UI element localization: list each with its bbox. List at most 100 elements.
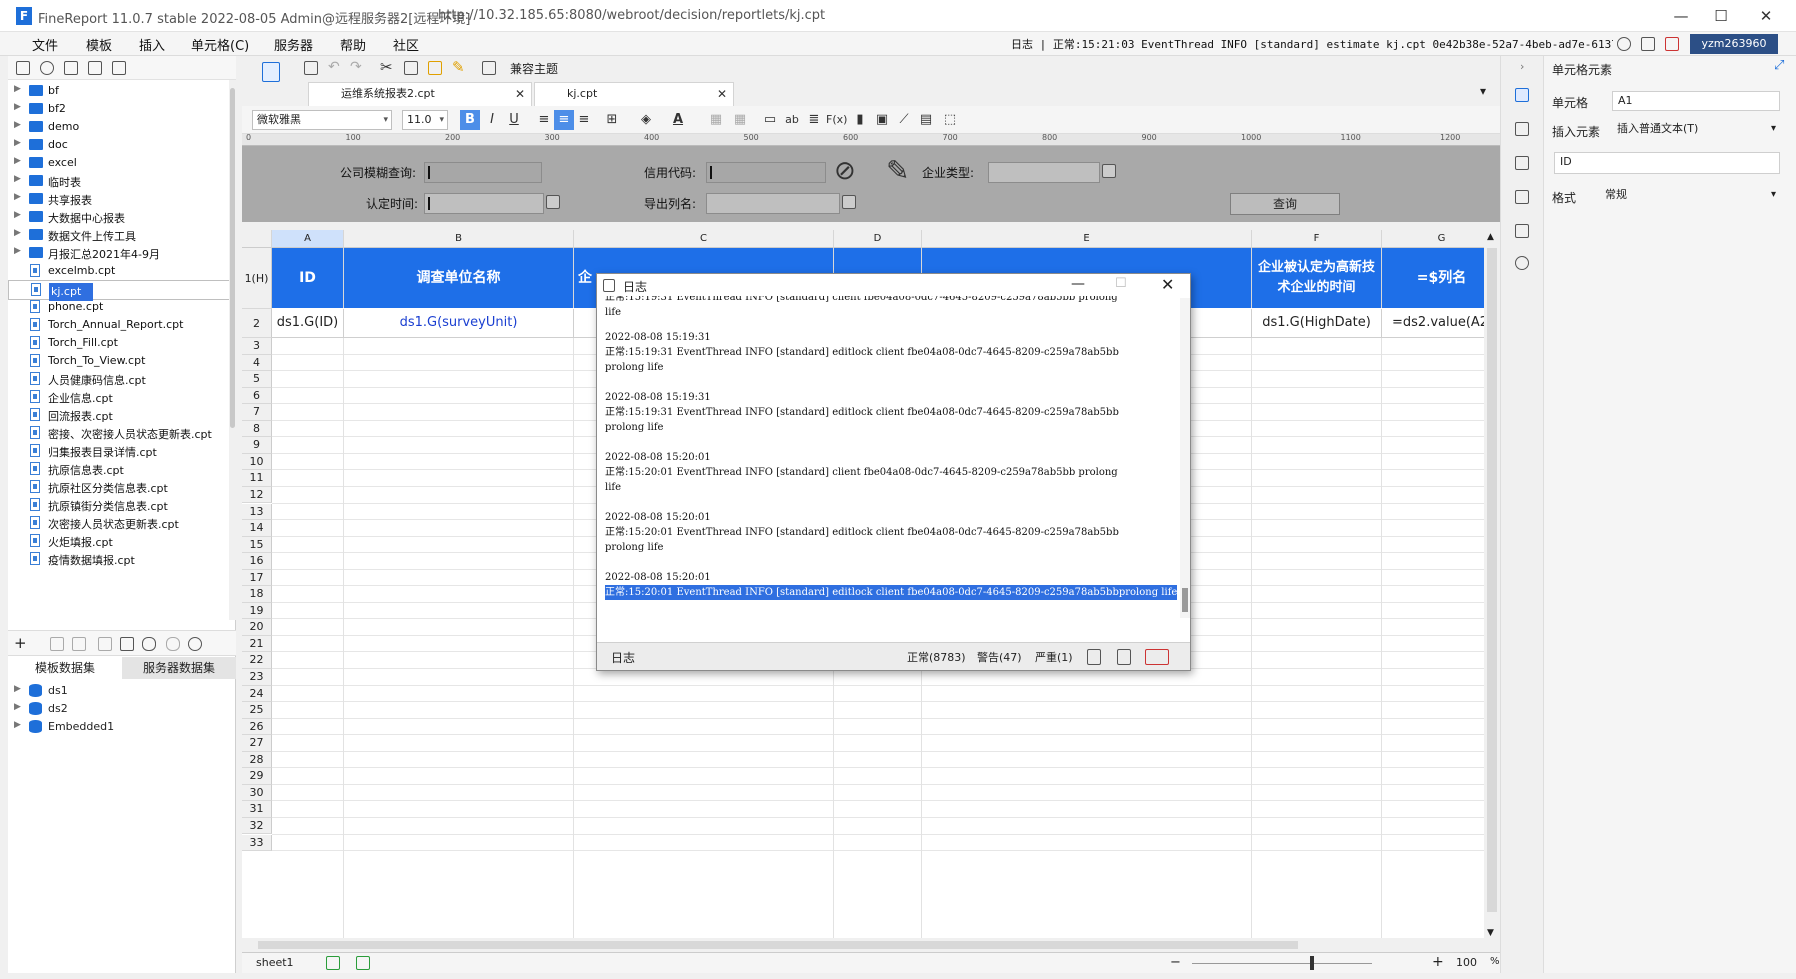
row-header[interactable]: 2 (242, 309, 272, 338)
tab-list-icon[interactable]: ▾ (1480, 84, 1486, 98)
row-header[interactable]: 18 (242, 586, 272, 603)
export-select[interactable] (706, 193, 840, 214)
tree-file[interactable]: 密接、次密接人员状态更新表.cpt (8, 424, 236, 442)
horizontal-scrollbar[interactable] (242, 938, 1500, 952)
row-header[interactable]: 15 (242, 536, 272, 554)
tree-file[interactable]: kj.cpt (8, 280, 236, 301)
cell-element-icon[interactable] (1515, 88, 1529, 102)
row-header[interactable]: 30 (242, 784, 272, 802)
log-level-menu-icon[interactable] (1145, 649, 1169, 665)
insert-text-button[interactable]: ab (782, 110, 802, 130)
log-scrollbar[interactable] (1180, 298, 1190, 618)
tree-folder[interactable]: ▶ 大数据中心报表 (8, 208, 236, 226)
log-entry[interactable]: 2022-08-08 15:20:01 正常:15:20:01 EventThre… (605, 510, 1119, 555)
add-sheet-icon[interactable] (326, 956, 340, 970)
company-input[interactable] (424, 162, 542, 183)
column-header[interactable]: G (1382, 230, 1484, 248)
tree-folder[interactable]: ▶ doc (8, 136, 236, 154)
align-right-button[interactable]: ≡ (574, 110, 594, 130)
sheet-tab[interactable]: sheet1 (256, 956, 294, 969)
pin-icon[interactable]: ⤢ (1774, 58, 1784, 73)
tree-folder[interactable]: ▶ excel (8, 154, 236, 172)
data-cell[interactable]: =ds2.value(A2, C (1382, 309, 1484, 338)
header-cell[interactable]: =$列名 (1382, 248, 1484, 308)
row-header[interactable]: 12 (242, 486, 272, 504)
expand-arrow-icon[interactable]: ▶ (14, 228, 21, 238)
copy-icon[interactable] (112, 61, 126, 75)
tree-file[interactable]: 人员健康码信息.cpt (8, 370, 236, 388)
date-input[interactable] (424, 193, 544, 214)
log-entry[interactable]: 2022-08-08 15:20:01 正常:15:20:01 EventThre… (605, 570, 1177, 600)
doc-tab-ops-report[interactable]: 运维系统报表2.cpt ✕ (308, 82, 532, 106)
log-entry[interactable]: 2022-08-08 15:20:01 正常:15:20:01 EventThre… (605, 450, 1118, 495)
column-header[interactable]: B (344, 230, 574, 248)
row-header[interactable]: 17 (242, 569, 272, 587)
log-maximize-button[interactable]: ☐ (1115, 276, 1127, 291)
type-select[interactable] (988, 162, 1100, 183)
float-element-icon[interactable] (1515, 156, 1529, 170)
row-header[interactable]: 19 (242, 602, 272, 620)
tree-folder[interactable]: ▶ 临时表 (8, 172, 236, 190)
row-header[interactable]: 31 (242, 801, 272, 818)
row-header[interactable]: 27 (242, 735, 272, 752)
expand-arrow-icon[interactable]: ▶ (14, 684, 21, 694)
row-header[interactable]: 25 (242, 702, 272, 719)
column-header[interactable]: A (272, 230, 344, 248)
query-button[interactable]: 查询 (1230, 193, 1340, 215)
italic-button[interactable]: I (482, 110, 502, 130)
cell-input[interactable]: A1 (1612, 91, 1780, 111)
tree-file[interactable]: Torch_To_View.cpt (8, 352, 236, 370)
align-center-button[interactable]: ≡ (554, 110, 574, 130)
insert-formula-button[interactable]: F(x) (826, 110, 847, 130)
log-minimize-button[interactable]: — (1071, 276, 1085, 292)
font-select[interactable]: 微软雅黑 ▾ (252, 110, 392, 130)
tree-file[interactable]: excelmb.cpt (8, 262, 236, 280)
tree-folder[interactable]: ▶ 月报汇总2021年4-9月 (8, 244, 236, 262)
undo-icon[interactable]: ↶ (328, 59, 340, 75)
expand-arrow-icon[interactable]: ▶ (14, 720, 21, 730)
merge-button[interactable]: ▦ (706, 110, 726, 130)
row-header[interactable]: 7 (242, 404, 272, 421)
menu-help[interactable]: 帮助 (340, 35, 366, 54)
row-header[interactable]: 10 (242, 453, 272, 471)
delete-icon[interactable] (88, 61, 102, 75)
zoom-in-button[interactable]: + (1432, 954, 1444, 970)
scroll-up-icon[interactable]: ▲ (1487, 232, 1494, 242)
new-folder-icon[interactable] (16, 61, 30, 75)
row-header[interactable]: 29 (242, 768, 272, 785)
tree-file[interactable]: 抗原信息表.cpt (8, 460, 236, 478)
calendar-icon[interactable] (546, 195, 560, 209)
search-icon[interactable] (1617, 37, 1631, 51)
clear-log-icon[interactable] (1087, 649, 1101, 665)
insert-subreport-button[interactable]: ▤ (916, 110, 936, 130)
row-header[interactable]: 26 (242, 718, 272, 736)
cell-attribute-icon[interactable] (1515, 122, 1529, 136)
log-entry[interactable]: 正常:15:19:31 EventThread INFO [standard] … (605, 296, 1118, 320)
menu-cell[interactable]: 单元格(C) (191, 35, 249, 54)
log-severe-count[interactable]: 严重(1) (1035, 649, 1073, 665)
bell-icon[interactable] (1665, 37, 1679, 51)
tree-file[interactable]: Torch_Annual_Report.cpt (8, 316, 236, 334)
tree-folder[interactable]: ▶ 数据文件上传工具 (8, 226, 236, 244)
menu-insert[interactable]: 插入 (139, 35, 165, 54)
delete-icon[interactable] (72, 637, 86, 651)
row-header[interactable]: 21 (242, 635, 272, 653)
collapse-icon[interactable]: › (1520, 60, 1524, 73)
tab-server-dataset[interactable]: 服务器数据集 (122, 657, 236, 679)
widget-icon[interactable] (1515, 190, 1529, 204)
expand-arrow-icon[interactable]: ▶ (14, 174, 21, 184)
edit-icon[interactable] (50, 637, 64, 651)
database-sync-icon[interactable] (166, 637, 180, 651)
zoom-value[interactable]: 100 (1456, 956, 1477, 969)
align-left-button[interactable]: ≡ (534, 110, 554, 130)
tree-scrollbar[interactable] (229, 80, 236, 620)
doc-tab-kj[interactable]: kj.cpt ✕ (534, 82, 734, 106)
expand-arrow-icon[interactable]: ▶ (14, 156, 21, 166)
log-text-area[interactable]: 正常:15:19:31 EventThread INFO [standard] … (601, 296, 1177, 618)
font-size-select[interactable]: 11.0 ▾ (402, 110, 448, 130)
row-header[interactable]: 28 (242, 751, 272, 769)
search-icon[interactable] (188, 637, 202, 651)
tree-file[interactable]: Torch_Fill.cpt (8, 334, 236, 352)
zoom-out-button[interactable]: − (1170, 955, 1181, 970)
tree-file[interactable]: 抗原社区分类信息表.cpt (8, 478, 236, 496)
